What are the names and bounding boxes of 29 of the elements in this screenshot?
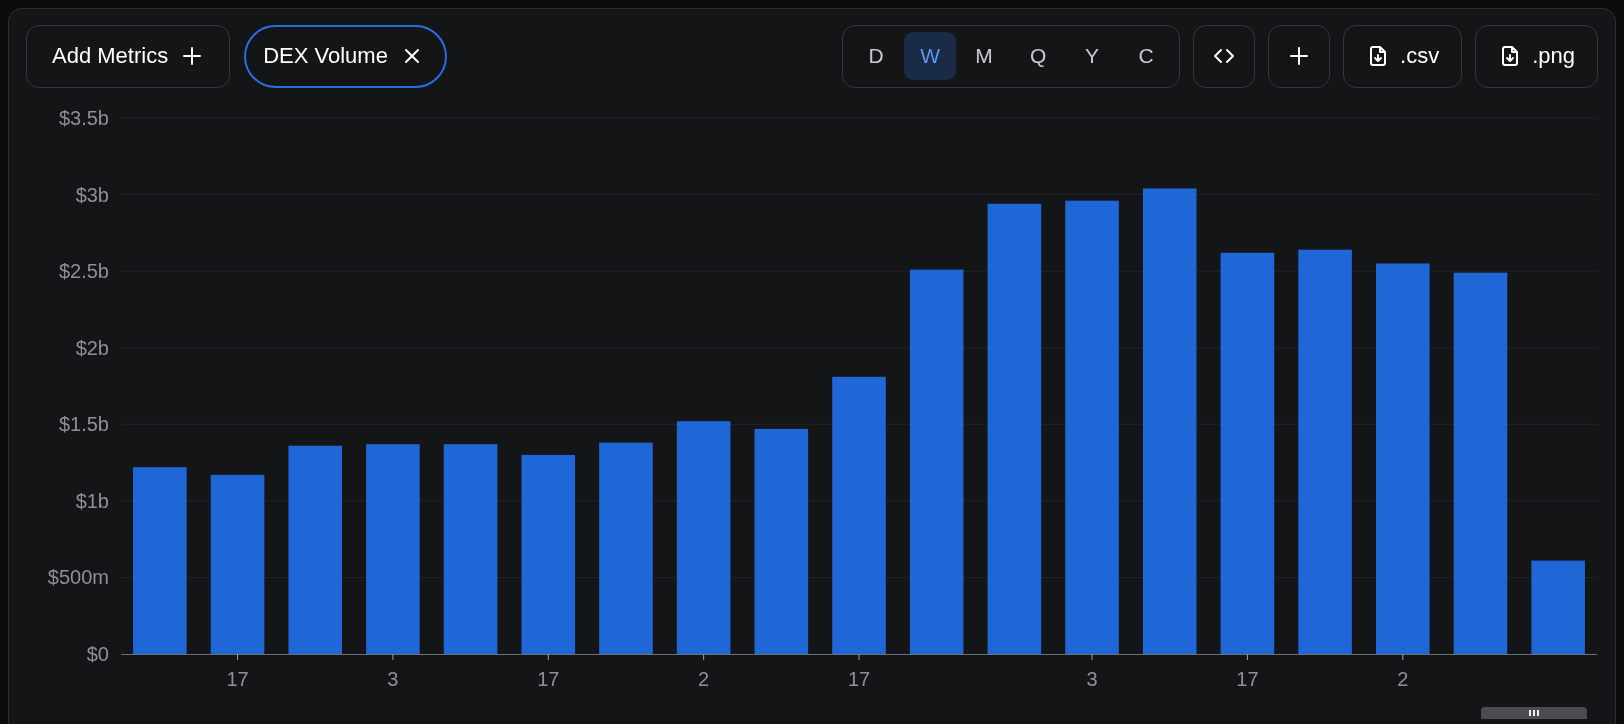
- metric-chip[interactable]: DEX Volume: [244, 24, 447, 88]
- x-axis-label: 2: [698, 668, 710, 690]
- period-tab[interactable]: Q: [1012, 32, 1065, 80]
- download-button[interactable]: .csv: [1343, 24, 1463, 88]
- y-axis-label: $2b: [75, 336, 109, 359]
- x-axis-label: 17: [1236, 668, 1259, 690]
- period-tab[interactable]: W: [904, 32, 957, 80]
- y-axis-label: $500m: [47, 566, 109, 589]
- x-axis-label: 3: [1086, 668, 1098, 690]
- x-axis-label: 17: [847, 668, 871, 690]
- period-tab[interactable]: D: [850, 32, 903, 80]
- y-axis-label: $3b: [75, 183, 109, 206]
- x-axis-label: 3: [387, 668, 399, 690]
- y-axis-label: $1b: [75, 489, 109, 512]
- x-axis-label: 17: [537, 668, 560, 690]
- period-tab[interactable]: C: [1120, 32, 1173, 80]
- x-axis-label: 2: [1397, 668, 1409, 690]
- x-axis-label: 17: [226, 668, 249, 690]
- add-metrics-button[interactable]: Add Metrics: [26, 24, 231, 88]
- period-tab[interactable]: Y: [1066, 32, 1119, 80]
- add-button[interactable]: [1268, 24, 1331, 88]
- y-axis-label: $3.5b: [58, 107, 109, 129]
- download-button[interactable]: .png: [1475, 24, 1598, 88]
- embed-button[interactable]: [1193, 24, 1256, 88]
- y-axis-label: $1.5b: [58, 413, 109, 436]
- y-axis-label: $2.5b: [58, 260, 109, 283]
- zoom-handle[interactable]: [1481, 707, 1587, 719]
- y-axis-label: $0: [86, 643, 109, 665]
- period-tab[interactable]: M: [958, 32, 1011, 80]
